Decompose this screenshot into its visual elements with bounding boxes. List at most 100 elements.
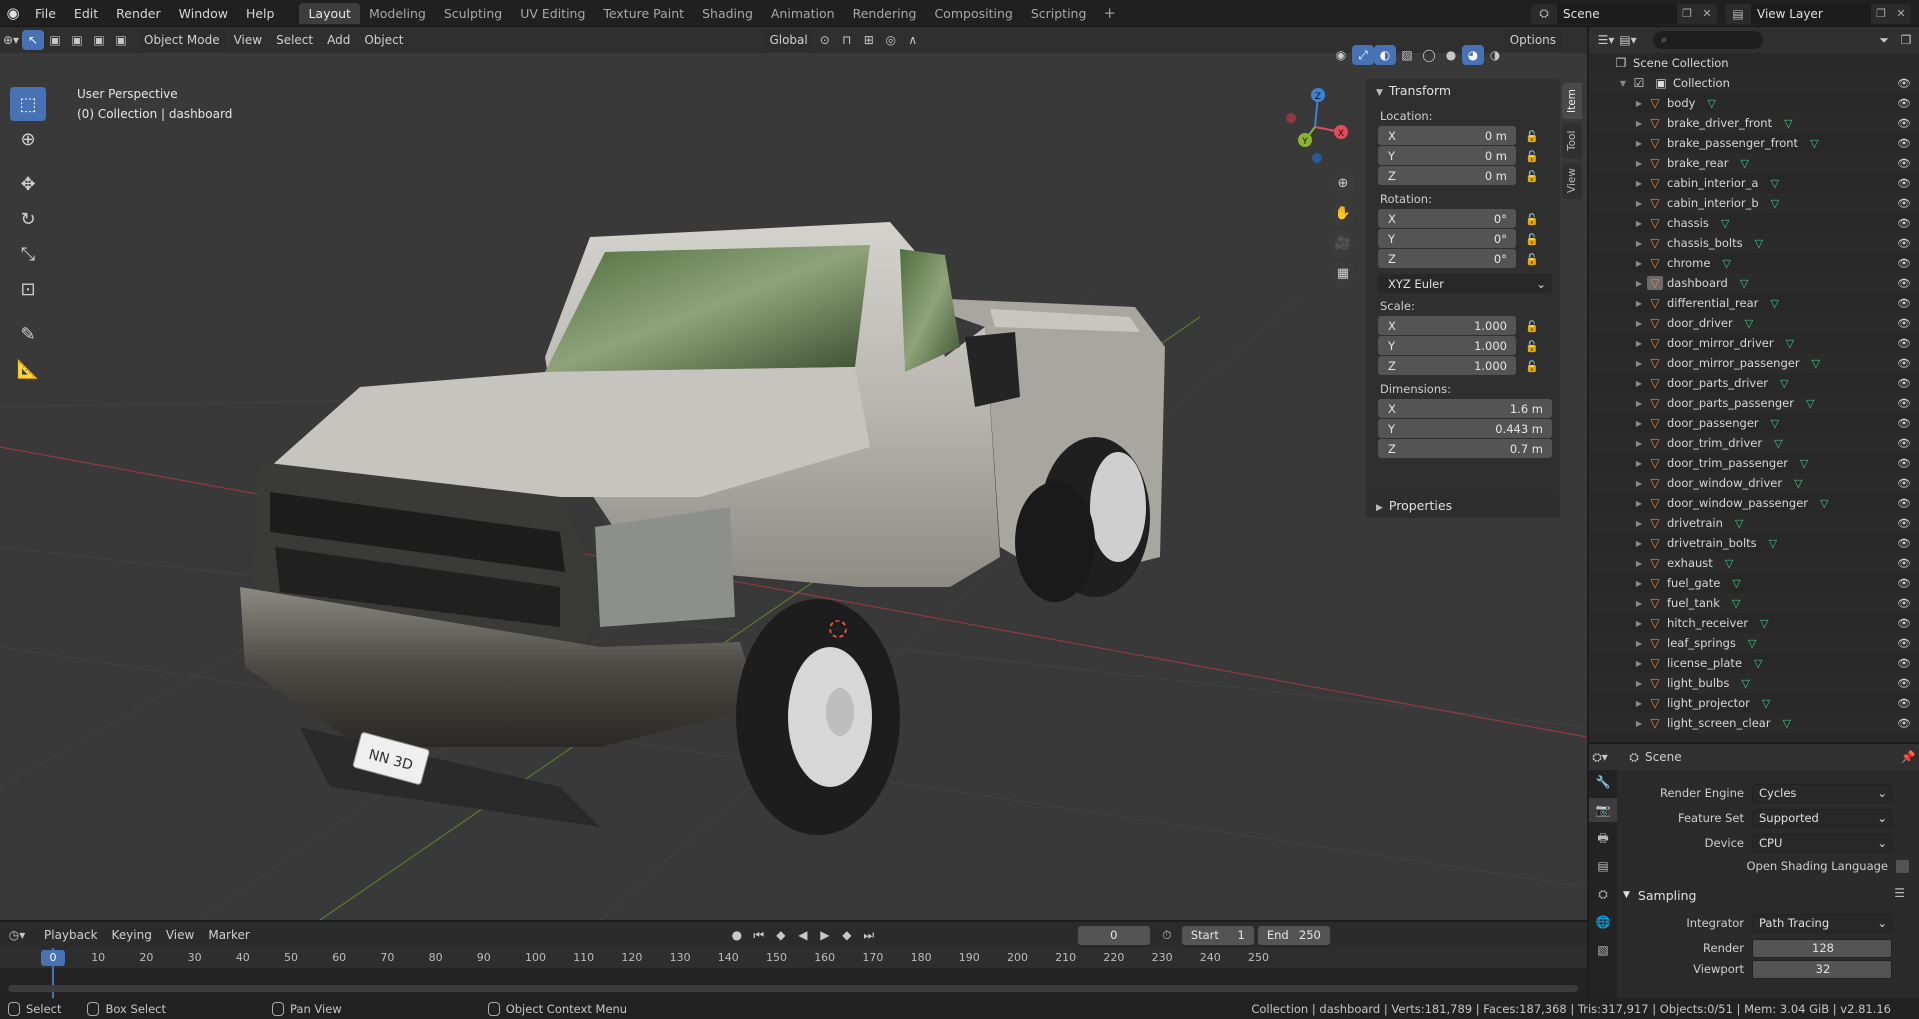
eye-icon[interactable]: 👁 (1897, 217, 1911, 230)
eye-icon[interactable]: 👁 (1897, 297, 1911, 310)
mesh-data-icon[interactable]: ▽ (1722, 257, 1730, 270)
outliner-item-drivetrain[interactable]: ▶ ▽ drivetrain ▽ 👁 (1589, 513, 1919, 533)
rendered-shading-icon[interactable]: ◑ (1484, 45, 1506, 65)
move-tool-icon[interactable]: ✥ (10, 167, 46, 201)
tab-shading[interactable]: Shading (693, 3, 762, 24)
expand-icon[interactable]: ▶ (1633, 379, 1645, 388)
lock-icon[interactable]: 🔓 (1520, 213, 1544, 226)
mesh-data-icon[interactable]: ▽ (1732, 597, 1740, 610)
eye-icon[interactable]: 👁 (1897, 197, 1911, 210)
expand-icon[interactable]: ▶ (1633, 699, 1645, 708)
expand-icon[interactable]: ▶ (1633, 199, 1645, 208)
tab-layout[interactable]: Layout (299, 2, 360, 24)
mesh-data-icon[interactable]: ▽ (1748, 637, 1756, 650)
mesh-data-icon[interactable]: ▽ (1762, 697, 1770, 710)
eye-icon[interactable]: 👁 (1897, 517, 1911, 530)
eye-icon[interactable]: 👁 (1897, 617, 1911, 630)
end-frame-field[interactable]: End 250 (1257, 925, 1330, 945)
outliner-editor-icon[interactable]: ☰▾ (1595, 30, 1617, 50)
mesh-data-icon[interactable]: ▽ (1735, 517, 1743, 530)
timeline-ruler[interactable]: 0 10 20 30 40 50 60 70 80 90 100 110 120 130 140 150 160… (0, 948, 1587, 998)
rotation-y-field[interactable]: Y 0° (1378, 229, 1516, 248)
outliner-item-door-window-driver[interactable]: ▶ ▽ door_window_driver ▽ 👁 (1589, 473, 1919, 493)
expand-icon[interactable]: ▶ (1633, 539, 1645, 548)
expand-icon[interactable]: ▶ (1633, 279, 1645, 288)
prev-keyframe-icon[interactable]: ◆ (770, 925, 792, 945)
mesh-data-icon[interactable]: ▽ (1721, 217, 1729, 230)
lock-icon[interactable]: 🔓 (1520, 170, 1544, 183)
transform-tool-icon[interactable]: ⊡ (10, 272, 46, 306)
material-shading-icon[interactable]: ◕ (1462, 45, 1484, 65)
new-view-layer-icon[interactable]: ❐ (1871, 4, 1891, 24)
jump-end-icon[interactable]: ⏭ (858, 925, 880, 945)
mesh-data-icon[interactable]: ▽ (1760, 617, 1768, 630)
start-frame-field[interactable]: Start 1 (1181, 925, 1254, 945)
lock-icon[interactable]: 🔓 (1520, 233, 1544, 246)
outliner-item-brake-rear[interactable]: ▶ ▽ brake_rear ▽ 👁 (1589, 153, 1919, 173)
world-tab-icon[interactable]: 🌐 (1589, 910, 1617, 934)
mesh-data-icon[interactable]: ▽ (1810, 137, 1818, 150)
eye-icon[interactable]: 👁 (1897, 257, 1911, 270)
pivot-point-icon[interactable]: ⊙ (814, 30, 836, 50)
visibility-icon[interactable]: ◉ (1330, 45, 1352, 65)
mesh-data-icon[interactable]: ▽ (1732, 577, 1740, 590)
outliner-item-dashboard[interactable]: ▶ ▽ dashboard ▽ 👁 (1589, 273, 1919, 293)
mesh-data-icon[interactable]: ▽ (1770, 297, 1778, 310)
timeline-view-menu[interactable]: View (160, 925, 200, 945)
properties-panel-header[interactable]: ▶ Properties (1366, 494, 1560, 518)
lock-icon[interactable]: 🔓 (1520, 360, 1544, 373)
collection-row[interactable]: ▼ ☑ ▣ Collection 👁 (1589, 73, 1919, 93)
ortho-grid-icon[interactable]: ▦ (1330, 261, 1356, 287)
eye-icon[interactable]: 👁 (1897, 657, 1911, 670)
view-layer-tab-icon[interactable]: ▤ (1589, 854, 1617, 878)
marker-menu[interactable]: Marker (202, 925, 255, 945)
outliner-item-cabin-interior-a[interactable]: ▶ ▽ cabin_interior_a ▽ 👁 (1589, 173, 1919, 193)
tab-tool[interactable]: Tool (1562, 123, 1582, 159)
expand-icon[interactable]: ▶ (1633, 159, 1645, 168)
snap-target-icon[interactable]: ⊞ (858, 30, 880, 50)
outliner-item-differential-rear[interactable]: ▶ ▽ differential_rear ▽ 👁 (1589, 293, 1919, 313)
timeline-scrollbar[interactable] (8, 985, 1578, 992)
expand-icon[interactable]: ▶ (1633, 619, 1645, 628)
cursor-tool-icon[interactable]: ⊕ (10, 122, 46, 156)
eye-icon[interactable]: 👁 (1897, 457, 1911, 470)
eye-icon[interactable]: 👁 (1897, 597, 1911, 610)
eye-icon[interactable]: 👁 (1897, 677, 1911, 690)
playhead-handle[interactable]: 0 (41, 950, 65, 966)
menu-window[interactable]: Window (170, 0, 237, 27)
eye-icon[interactable]: 👁 (1897, 97, 1911, 110)
tab-modeling[interactable]: Modeling (360, 3, 435, 24)
eye-icon[interactable]: 👁 (1897, 237, 1911, 250)
properties-editor-icon[interactable]: ⛭▾ (1589, 747, 1611, 767)
rotation-z-field[interactable]: Z 0° (1378, 249, 1516, 268)
expand-icon[interactable]: ▶ (1633, 599, 1645, 608)
xray-icon[interactable]: ▨ (1396, 45, 1418, 65)
mesh-data-icon[interactable]: ▽ (1794, 477, 1802, 490)
expand-icon[interactable]: ▶ (1633, 219, 1645, 228)
scale-x-field[interactable]: X 1.000 (1378, 316, 1516, 335)
eye-icon[interactable]: 👁 (1897, 697, 1911, 710)
blender-logo-icon[interactable]: ◉ (0, 0, 26, 27)
tab-compositing[interactable]: Compositing (925, 3, 1021, 24)
expand-icon[interactable]: ▶ (1633, 719, 1645, 728)
outliner-item-door-mirror-passenger[interactable]: ▶ ▽ door_mirror_passenger ▽ 👁 (1589, 353, 1919, 373)
lock-icon[interactable]: 🔓 (1520, 320, 1544, 333)
outliner-item-chassis-bolts[interactable]: ▶ ▽ chassis_bolts ▽ 👁 (1589, 233, 1919, 253)
location-x-field[interactable]: X0 m (1378, 126, 1516, 145)
pin-icon[interactable]: 📌 (1897, 747, 1919, 767)
expand-icon[interactable]: ▶ (1633, 299, 1645, 308)
editor-type-icon[interactable]: ⊕▾ (0, 30, 22, 50)
rotation-mode-dropdown[interactable]: XYZ Euler ⌄ (1378, 274, 1552, 293)
mesh-data-icon[interactable]: ▽ (1820, 497, 1828, 510)
expand-icon[interactable]: ▶ (1633, 99, 1645, 108)
expand-icon[interactable]: ▶ (1633, 239, 1645, 248)
viewport-menu-add[interactable]: Add (321, 30, 356, 50)
tab-view[interactable]: View (1562, 163, 1582, 199)
annotate-tool-icon[interactable]: ✎ (10, 317, 46, 351)
eye-icon[interactable]: 👁 (1897, 437, 1911, 450)
pan-hand-icon[interactable]: ✋ (1330, 201, 1356, 227)
mesh-data-icon[interactable]: ▽ (1774, 437, 1782, 450)
solid-shading-icon[interactable]: ● (1440, 45, 1462, 65)
eye-icon[interactable]: 👁 (1897, 417, 1911, 430)
outliner-item-body[interactable]: ▶ ▽ body ▽ 👁 (1589, 93, 1919, 113)
